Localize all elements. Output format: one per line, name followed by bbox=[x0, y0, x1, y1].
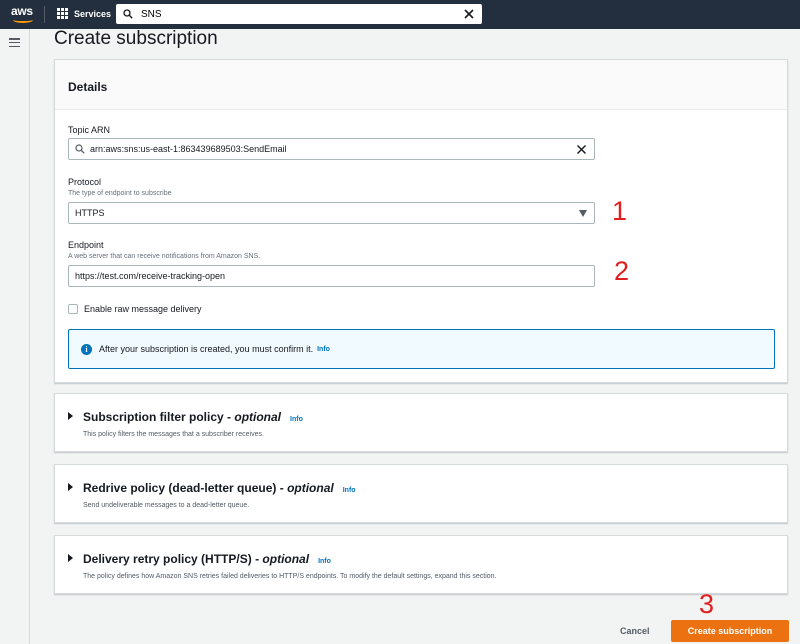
protocol-description: The type of endpoint to subscribe bbox=[68, 190, 172, 197]
step-3-annotation: 3 bbox=[699, 589, 715, 619]
endpoint-value: https://test.com/receive-tracking-open bbox=[75, 271, 226, 281]
topic-arn-field[interactable]: arn:aws:sns:us-east-1:863439689503:SendE… bbox=[68, 138, 595, 160]
section-description: This policy filters the messages that a … bbox=[83, 431, 264, 438]
section-info-link[interactable]: Info bbox=[318, 558, 331, 565]
grid-icon bbox=[57, 8, 68, 19]
details-heading: Details bbox=[68, 80, 108, 94]
hamburger-menu-icon[interactable] bbox=[9, 38, 20, 48]
topic-arn-value: arn:aws:sns:us-east-1:863439689503:SendE… bbox=[90, 144, 287, 154]
delivery-retry-policy-section[interactable]: Delivery retry policy (HTTP/S) - optiona… bbox=[54, 535, 788, 594]
global-search-input[interactable] bbox=[141, 8, 461, 20]
section-header[interactable]: Redrive policy (dead-letter queue) - opt… bbox=[68, 481, 356, 495]
step-2-annotation: 2 bbox=[614, 256, 630, 286]
section-title: Delivery retry policy (HTTP/S) - optiona… bbox=[83, 552, 310, 566]
clear-topic-icon[interactable] bbox=[576, 144, 587, 155]
endpoint-label: Endpoint bbox=[68, 240, 104, 250]
expand-caret-icon bbox=[68, 412, 73, 420]
alert-info-link[interactable]: Info bbox=[317, 346, 330, 353]
section-info-link[interactable]: Info bbox=[290, 416, 303, 423]
endpoint-input[interactable]: https://test.com/receive-tracking-open bbox=[68, 265, 595, 287]
top-navigation-bar: aws Services bbox=[0, 0, 800, 29]
search-icon bbox=[75, 144, 85, 154]
section-header[interactable]: Delivery retry policy (HTTP/S) - optiona… bbox=[68, 552, 331, 566]
aws-smile-icon bbox=[13, 17, 33, 23]
details-header: Details bbox=[55, 60, 787, 110]
section-info-link[interactable]: Info bbox=[343, 487, 356, 494]
endpoint-description: A web server that can receive notificati… bbox=[68, 253, 261, 260]
info-icon: i bbox=[81, 343, 92, 355]
details-panel: Details Topic ARN arn:aws:sns:us-east-1:… bbox=[54, 59, 788, 383]
side-nav-divider bbox=[29, 29, 30, 644]
section-description: The policy defines how Amazon SNS retrie… bbox=[83, 573, 497, 580]
subscription-filter-policy-section[interactable]: Subscription filter policy - optional In… bbox=[54, 393, 788, 452]
step-1-annotation: 1 bbox=[612, 196, 628, 226]
aws-logo[interactable]: aws bbox=[11, 5, 35, 25]
alert-text: After your subscription is created, you … bbox=[99, 344, 314, 354]
global-search-box[interactable] bbox=[116, 4, 482, 24]
caret-down-icon bbox=[579, 210, 587, 217]
aws-logo-text: aws bbox=[11, 4, 33, 18]
expand-caret-icon bbox=[68, 483, 73, 491]
services-menu-button[interactable]: Services bbox=[57, 8, 111, 19]
section-title: Redrive policy (dead-letter queue) - opt… bbox=[83, 481, 334, 495]
topic-arn-label: Topic ARN bbox=[68, 125, 111, 135]
protocol-select[interactable]: HTTPS bbox=[68, 202, 595, 224]
protocol-label: Protocol bbox=[68, 177, 102, 187]
redrive-policy-section[interactable]: Redrive policy (dead-letter queue) - opt… bbox=[54, 464, 788, 523]
section-header[interactable]: Subscription filter policy - optional In… bbox=[68, 410, 303, 424]
raw-delivery-label: Enable raw message delivery bbox=[84, 304, 202, 314]
section-description: Send undeliverable messages to a dead-le… bbox=[83, 502, 250, 509]
cancel-button[interactable]: Cancel bbox=[610, 620, 660, 642]
search-icon bbox=[123, 9, 133, 19]
raw-delivery-option[interactable]: Enable raw message delivery bbox=[68, 304, 202, 314]
create-subscription-button[interactable]: Create subscription bbox=[671, 620, 789, 642]
nav-divider bbox=[44, 6, 45, 23]
services-label: Services bbox=[74, 8, 112, 19]
raw-delivery-checkbox[interactable] bbox=[68, 304, 78, 314]
section-title: Subscription filter policy - optional bbox=[83, 410, 282, 424]
expand-caret-icon bbox=[68, 554, 73, 562]
confirmation-info-alert: i After your subscription is created, yo… bbox=[68, 329, 775, 369]
page-title: Create subscription bbox=[54, 28, 218, 49]
protocol-value: HTTPS bbox=[75, 208, 105, 218]
clear-search-icon[interactable] bbox=[463, 8, 475, 20]
